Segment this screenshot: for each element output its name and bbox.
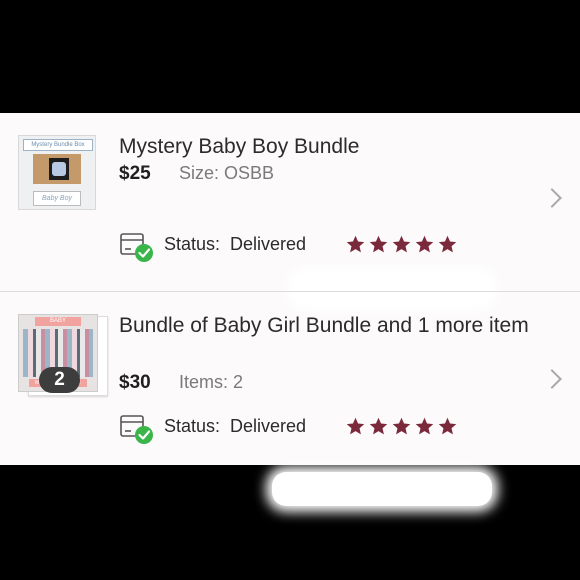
star-icon: [438, 417, 457, 435]
delivered-box-icon: [120, 415, 153, 444]
status-label: Status:: [164, 416, 221, 436]
star-icon: [392, 417, 411, 435]
order-row[interactable]: Mystery Bundle Box Baby Boy Mystery Baby…: [0, 113, 580, 305]
delivered-box-icon: [120, 233, 153, 262]
item-count-badge: 2: [39, 367, 80, 393]
star-icon: [415, 235, 434, 253]
thumbnail-label-bottom: Baby Boy: [33, 191, 81, 206]
orders-panel: Mystery Bundle Box Baby Boy Mystery Baby…: [0, 113, 580, 506]
status-label: Status:: [164, 234, 221, 254]
chevron-right-icon[interactable]: [542, 369, 562, 389]
order-price: $30: [119, 372, 151, 393]
chevron-right-icon[interactable]: [542, 188, 562, 208]
star-icon: [346, 417, 365, 435]
order-size: Size: OSBB: [179, 163, 275, 183]
product-thumbnail: Mystery Bundle Box Baby Boy: [18, 135, 96, 210]
star-icon: [346, 235, 365, 253]
thumbnail-label-top: BABY: [35, 317, 81, 326]
order-items: Items: 2: [179, 372, 244, 392]
order-title[interactable]: Mystery Baby Boy Bundle: [119, 132, 529, 161]
star-icon: [369, 235, 388, 253]
star-icon: [415, 417, 434, 435]
star-icon: [369, 417, 388, 435]
thumbnail-box: [33, 154, 81, 184]
star-icon: [392, 235, 411, 253]
status-value: Delivered: [230, 234, 307, 254]
order-title[interactable]: Bundle of Baby Girl Bundle and 1 more it…: [119, 311, 529, 340]
thumbnail-label-top: Mystery Bundle Box: [23, 139, 93, 151]
rating-stars: [345, 416, 458, 438]
star-icon: [438, 235, 457, 253]
rating-stars: [345, 234, 458, 256]
order-row[interactable]: BABY MYSTERY BUNDLE 2 Bundle of Baby Gir…: [0, 292, 580, 506]
order-price: $25: [119, 163, 151, 184]
status-value: Delivered: [230, 416, 307, 436]
redaction-blur: [272, 472, 492, 506]
